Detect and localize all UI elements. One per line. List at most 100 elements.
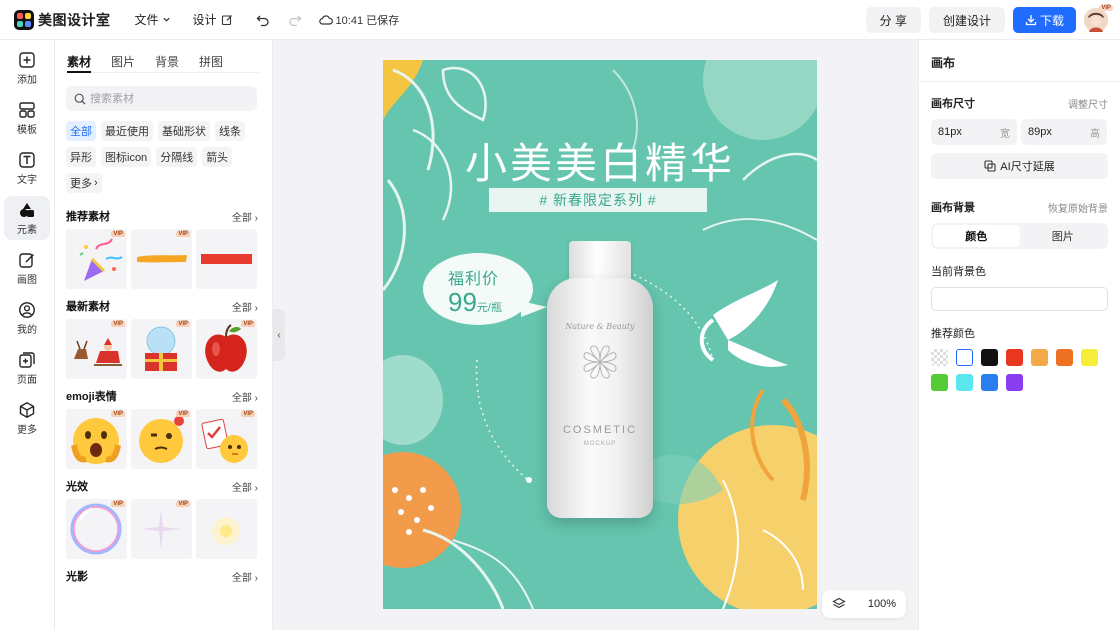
rail-page-label: 页面 [17,374,37,386]
thumb-reindeer-sleigh[interactable]: VIP [66,319,127,379]
canvas-bg-label: 画布背景 [931,202,975,214]
section-light-effects: 光效 全部 › [66,477,258,495]
user-avatar[interactable]: VIP [1084,5,1113,32]
chip-recent[interactable]: 最近使用 [101,121,153,141]
rail-draw-label: 画图 [17,274,37,286]
draw-icon [19,252,35,268]
thumb-emoji-checklist[interactable]: VIP [196,409,257,469]
rail-template-label: 模板 [17,124,37,136]
chip-arrows[interactable]: 箭头 [202,147,233,167]
swatch-red[interactable] [1006,349,1023,366]
ai-extend-button[interactable]: AI尺寸延展 [931,153,1108,179]
cube-icon [19,401,35,418]
rail-mine[interactable]: 我的 [4,296,50,340]
thumb-red-bar[interactable] [196,229,257,289]
design-menu[interactable]: 设计 [193,11,233,28]
adjust-size-link[interactable]: 调整尺寸 [1068,96,1108,111]
chip-basic-shapes[interactable]: 基础形状 [158,121,210,141]
price-bubble[interactable]: 福利价 99元/瓶 [423,253,547,325]
create-design-button[interactable]: 创建设计 [928,7,1005,33]
swatch-cyan[interactable] [956,374,973,391]
rail-more[interactable]: 更多 [4,396,50,440]
thumb-bubble[interactable]: VIP [66,499,127,559]
tab-images[interactable]: 图片 [111,53,135,72]
height-unit: 高 [1090,128,1100,140]
collapse-panel-handle[interactable]: ‹ [273,309,285,361]
zoom-level[interactable]: 100% [868,598,896,610]
swatch-white[interactable] [956,349,973,366]
chip-irregular[interactable]: 异形 [66,147,96,167]
section-all-link[interactable]: 全部 › [232,479,258,494]
thumb-glow[interactable] [196,499,257,559]
download-icon [1025,15,1037,26]
swatch-yellow[interactable] [1081,349,1098,366]
thumb-snow-globe-gift[interactable]: VIP [131,319,192,379]
undo-button[interactable] [251,8,275,32]
chip-lines[interactable]: 线条 [215,121,245,141]
tab-backgrounds[interactable]: 背景 [155,53,179,72]
thumb-emoji-thinking[interactable]: VIP [131,409,192,469]
tab-materials[interactable]: 素材 [67,53,92,73]
rail-add[interactable]: 添加 [4,46,50,90]
section-title: 光影 [66,571,88,583]
redo-button[interactable] [283,8,307,32]
user-icon [19,301,35,318]
swatch-light-orange[interactable] [1031,349,1048,366]
poster-title[interactable]: 小美美白精华 [383,130,817,191]
section-all-link[interactable]: 全部 › [232,209,258,224]
download-button[interactable]: 下载 [1012,7,1076,33]
section-all-link[interactable]: 全部 › [232,569,258,584]
panel-title: 画布 [931,56,956,70]
price-number: 99 [448,287,477,317]
download-label: 下载 [1039,13,1064,28]
swatch-transparent[interactable] [931,349,948,366]
vip-badge: VIP [111,411,125,417]
rail-draw[interactable]: 画图 [4,246,50,290]
swatch-green[interactable] [931,374,948,391]
app-logo[interactable]: 美图设计室 [14,9,111,30]
bottle-cap[interactable] [569,241,631,281]
section-all-link[interactable]: 全部 › [232,299,258,314]
swatch-blue[interactable] [981,374,998,391]
bg-tab-image[interactable]: 图片 [1020,225,1107,247]
section-all-link[interactable]: 全部 › [232,389,258,404]
chip-all[interactable]: 全部 [66,121,96,141]
thumb-row: VIP VIP VIP [66,319,272,379]
current-bg-color-field[interactable] [931,287,1108,311]
thumb-red-apple[interactable]: VIP [196,319,257,379]
swatch-black[interactable] [981,349,998,366]
design-canvas[interactable]: 小美美白精华 # 新春限定系列 # 福利价 99元/瓶 Nature & Bea… [383,60,817,609]
rail-elements[interactable]: 元素 [4,196,50,240]
search-input[interactable] [90,92,240,105]
canvas-size-row: 画布尺寸 调整尺寸 [931,95,1108,111]
share-button[interactable]: 分 享 [865,7,921,33]
rail-add-label: 添加 [17,74,37,86]
chip-dividers[interactable]: 分隔线 [156,147,198,167]
swatch-orange[interactable] [1056,349,1073,366]
rail-page[interactable]: 页面 [4,346,50,390]
cosmetic-bottle[interactable]: Nature & Beauty COSMETIC MOCKUP [547,278,653,518]
section-light-shadow: 光影 全部 › [66,567,258,585]
chip-icons[interactable]: 图标icon [101,147,152,167]
rail-template[interactable]: 模板 [4,96,50,140]
height-field[interactable]: 89px 高 [1021,119,1107,145]
thumb-party-popper[interactable]: VIP [66,229,127,289]
bg-tab-color[interactable]: 颜色 [933,225,1020,247]
tab-collage[interactable]: 拼图 [199,53,223,72]
layers-icon[interactable] [832,597,846,611]
poster-subtitle-ribbon[interactable]: # 新春限定系列 # [489,188,707,212]
current-bg-label: 当前背景色 [931,266,986,278]
thumb-emoji-shocked[interactable]: VIP [66,409,127,469]
reset-bg-link[interactable]: 恢复原始背景 [1048,200,1108,215]
rail-text[interactable]: 文字 [4,146,50,190]
divider [919,81,1120,82]
thumb-sparkle[interactable]: VIP [131,499,192,559]
thumb-yellow-stroke[interactable]: VIP [131,229,192,289]
reindeer-sleigh-icon [74,338,122,366]
width-field[interactable]: 81px 宽 [931,119,1017,145]
price-value: 99元/瓶 [448,287,502,318]
chip-more[interactable]: 更多 › [66,173,102,193]
apple-icon [205,324,247,372]
swatch-purple[interactable] [1006,374,1023,391]
file-menu[interactable]: 文件 [135,11,171,28]
